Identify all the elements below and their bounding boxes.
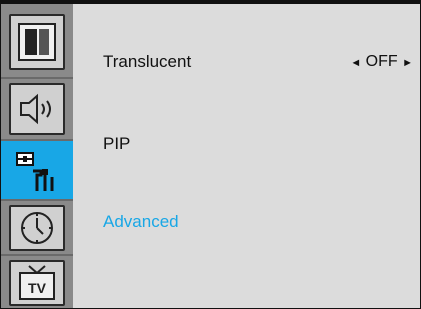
translucent-value-text: OFF	[365, 53, 398, 70]
sidebar-item-setup[interactable]	[1, 141, 73, 201]
tv-icon-label: TV	[28, 280, 47, 296]
sidebar-item-time[interactable]	[1, 201, 73, 256]
setup-tools-icon	[9, 145, 65, 197]
menu-item-label: Advanced	[103, 212, 179, 231]
menu-item-label: Translucent	[103, 52, 192, 71]
menu-options-panel: Translucent ◄ OFF ► PIP Advanced	[73, 4, 420, 308]
menu-item-label: PIP	[103, 134, 131, 153]
menu-item-advanced[interactable]: Advanced	[103, 207, 413, 237]
menu-item-translucent[interactable]: Translucent ◄ OFF ►	[103, 47, 413, 77]
right-arrow-icon[interactable]: ►	[402, 57, 413, 69]
sidebar-item-picture[interactable]	[1, 4, 73, 79]
tv-icon: TV	[9, 260, 65, 306]
clock-icon	[9, 205, 65, 251]
sidebar-item-tv[interactable]: TV	[1, 256, 73, 308]
menu-icon-sidebar: TV	[1, 4, 73, 308]
translucent-value[interactable]: ◄ OFF ►	[350, 47, 413, 78]
sound-icon	[9, 83, 65, 135]
menu-item-pip[interactable]: PIP	[103, 129, 413, 159]
left-arrow-icon[interactable]: ◄	[350, 57, 361, 69]
sidebar-item-sound[interactable]	[1, 79, 73, 141]
picture-icon	[9, 14, 65, 70]
osd-menu-window: TV Translucent ◄ OFF ► PIP Advanced	[0, 0, 421, 309]
